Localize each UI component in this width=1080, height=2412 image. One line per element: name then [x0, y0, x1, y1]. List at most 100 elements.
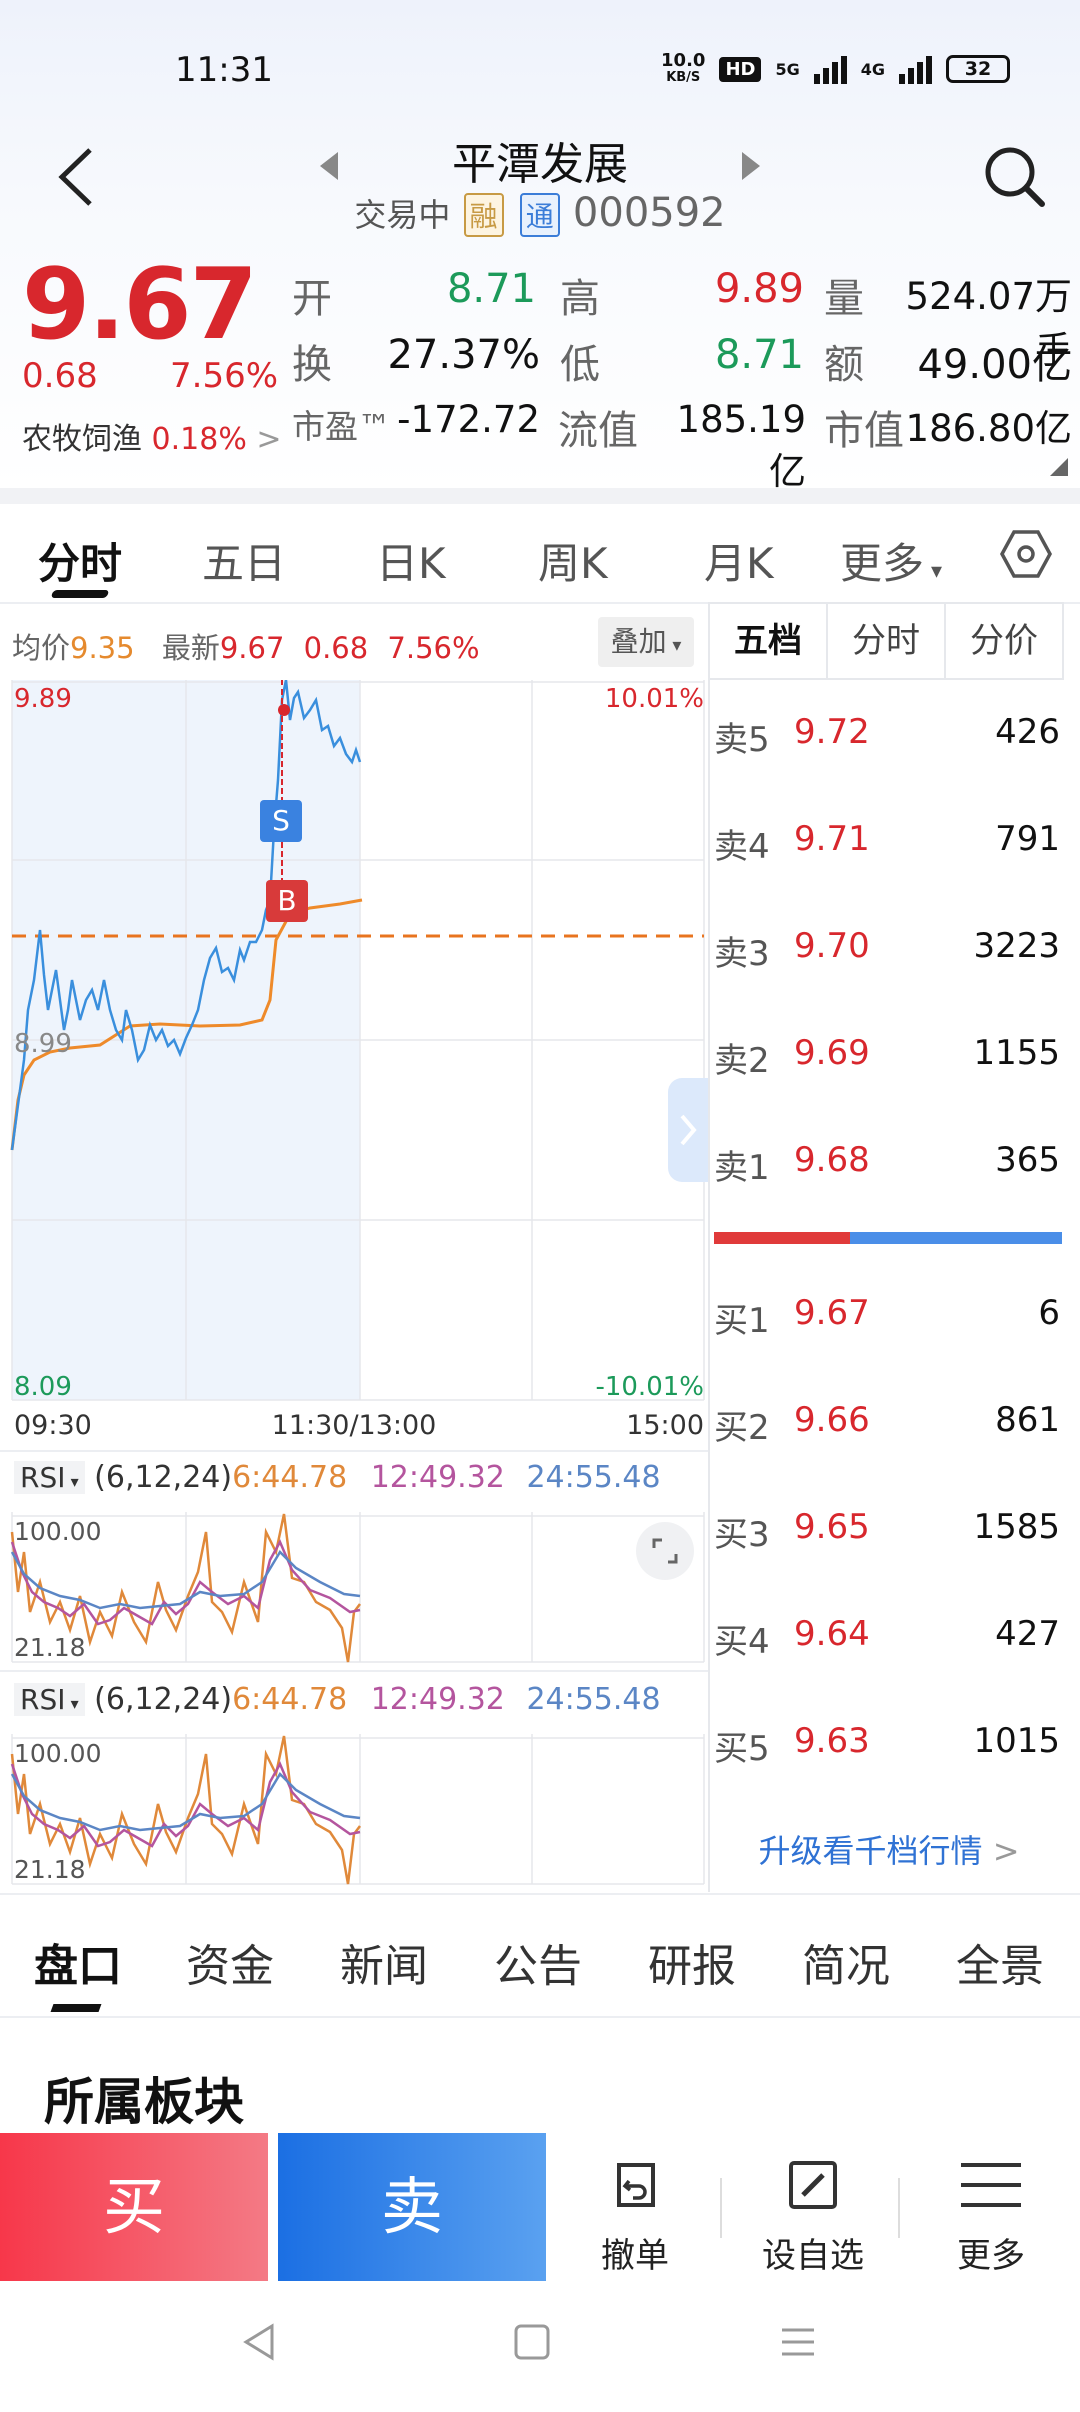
status-icons: 10.0 KB/S HD 5G 4G 32 [661, 52, 1010, 86]
tab-announcements[interactable]: 公告 [494, 1930, 582, 1994]
tab-fund-flow[interactable]: 资金 [186, 1930, 274, 1994]
add-watchlist-button[interactable]: 设自选 [738, 2150, 888, 2277]
time-start-label: 09:30 [14, 1410, 92, 1441]
menu-icon [961, 2163, 1021, 2207]
rsi-top-label-1: 100.00 [14, 1517, 101, 1546]
nav-home-icon[interactable] [512, 2322, 552, 2362]
ask-row[interactable]: 卖3 9.70 3223 [714, 926, 1064, 986]
rsi-bot-label-1: 21.18 [14, 1633, 86, 1662]
low-value: 8.71 [714, 332, 804, 378]
time-mid-label: 11:30/13:00 [272, 1410, 437, 1441]
y-top-label: 9.89 [14, 684, 72, 714]
high-value: 9.89 [714, 266, 804, 312]
margin-tag: 融 [463, 193, 504, 237]
section-title: 所属板块 [44, 2073, 244, 2131]
tab-five-levels[interactable]: 五档 [710, 604, 828, 678]
pct-bot-label: -10.01% [595, 1372, 704, 1402]
bid-ask-ratio-bar [714, 1232, 1062, 1244]
chart-info: 均价9.35 最新9.67 0.68 7.56% [12, 631, 480, 665]
last-price: 9.67 [22, 248, 258, 362]
divider [0, 488, 1080, 504]
latest-dot [278, 704, 290, 716]
tab-daily-k[interactable]: 日K [376, 530, 446, 591]
rsi-divider [0, 1450, 708, 1452]
rsi-header-1: RSI ▾ (6,12,24)6:44.78 12:49.32 24:55.48 [14, 1460, 661, 1495]
tab-ticks[interactable]: 分时 [828, 604, 946, 678]
tab-research[interactable]: 研报 [648, 1930, 736, 1994]
open-value: 8.71 [446, 266, 536, 312]
tab-five-day[interactable]: 五日 [202, 530, 286, 591]
intraday-chart[interactable]: S B 9.89 8.99 8.09 10.01% -10.01% 09:30 … [0, 680, 708, 1450]
rsi-selector-2[interactable]: RSI ▾ [14, 1683, 85, 1716]
divider [0, 2016, 1080, 2018]
time-end-label: 15:00 [626, 1410, 704, 1441]
search-icon[interactable] [980, 142, 1050, 212]
expand-corner-icon[interactable] [1050, 458, 1068, 476]
system-navbar [0, 2290, 1080, 2412]
tab-order-book[interactable]: 盘口 [34, 1930, 122, 1994]
high-label: 高 [560, 276, 600, 322]
divider [0, 1893, 1080, 1895]
tab-news[interactable]: 新闻 [340, 1930, 428, 1994]
side-panel-handle[interactable] [668, 1078, 708, 1182]
bid-row[interactable]: 买2 9.66 861 [714, 1400, 1064, 1460]
y-bot-label: 8.09 [14, 1372, 72, 1402]
ask-row[interactable]: 卖2 9.69 1155 [714, 1033, 1064, 1093]
price-change-pct: 7.56% [170, 356, 279, 396]
tab-weekly-k[interactable]: 周K [538, 530, 608, 591]
tab-underline [50, 590, 110, 598]
buy-button[interactable]: 买 [0, 2133, 268, 2281]
cancel-order-button[interactable]: 撤单 [560, 2150, 710, 2277]
upgrade-depth-link[interactable]: 升级看千档行情 > [714, 1826, 1064, 1872]
pe-label: 市盈™ [292, 407, 391, 446]
net-speed: 10.0 KB/S [661, 50, 706, 86]
float-cap-label: 流值 [558, 408, 638, 454]
tab-intraday[interactable]: 分时 [38, 530, 122, 591]
bid-row[interactable]: 买5 9.63 1015 [714, 1721, 1064, 1781]
amount-label: 额 [824, 342, 864, 388]
rsi-selector-1[interactable]: RSI ▾ [14, 1461, 85, 1494]
buy-marker-label: B [277, 884, 296, 917]
settings-hex-icon[interactable] [1000, 528, 1052, 580]
sell-button[interactable]: 卖 [278, 2133, 546, 2281]
stock-name: 平潭发展 [452, 139, 628, 190]
mcap-label: 市值 [824, 408, 904, 454]
bid-row[interactable]: 买4 9.64 427 [714, 1614, 1064, 1674]
cancel-order-icon [617, 2163, 655, 2207]
amount-value: 49.00亿 [917, 342, 1072, 388]
overlay-button[interactable]: 叠加 ▾ [598, 617, 694, 667]
ask-row[interactable]: 卖4 9.71 791 [714, 819, 1064, 879]
ask-row[interactable]: 卖5 9.72 426 [714, 712, 1064, 772]
hd-icon: HD [719, 56, 762, 82]
rsi-chart-2[interactable]: 100.00 21.18 [0, 1734, 708, 1892]
bid-row[interactable]: 买1 9.67 6 [714, 1293, 1064, 1353]
rsi-chart-1[interactable]: 100.00 21.18 [0, 1512, 708, 1670]
tab-monthly-k[interactable]: 月K [704, 530, 774, 591]
tab-panorama[interactable]: 全景 [956, 1930, 1044, 1994]
nav-recents-icon[interactable] [778, 2322, 818, 2362]
turnover-value: 27.37% [387, 332, 540, 378]
nav-back-icon[interactable] [240, 2322, 280, 2362]
ask-row[interactable]: 卖1 9.68 365 [714, 1140, 1064, 1200]
mcap-value: 186.80亿 [905, 407, 1072, 450]
bid-row[interactable]: 买3 9.65 1585 [714, 1507, 1064, 1567]
sector-link[interactable]: 农牧饲渔 0.18% > [22, 414, 282, 458]
orderbook-tabs: 五档 分时 分价 [708, 602, 1064, 680]
fullscreen-icon[interactable] [636, 1522, 694, 1580]
volume-label: 量 [824, 276, 864, 322]
tab-more[interactable]: 更多 ▾ [840, 530, 942, 591]
connect-tag: 通 [519, 193, 560, 237]
net2-label: 4G [860, 59, 885, 79]
more-actions-button[interactable]: 更多 [916, 2150, 1066, 2277]
tab-price-volume[interactable]: 分价 [946, 604, 1062, 678]
pct-top-label: 10.01% [605, 684, 704, 714]
rsi-top-label-2: 100.00 [14, 1739, 101, 1768]
orderbook-separator [708, 602, 710, 1892]
action-separator [898, 2178, 900, 2238]
turnover-label: 换 [292, 342, 332, 388]
tab-profile[interactable]: 简况 [802, 1930, 890, 1994]
price-change: 0.68 [22, 356, 98, 396]
status-time: 11:31 [175, 50, 273, 90]
rsi-bot-label-2: 21.18 [14, 1855, 86, 1884]
signal-icon [813, 54, 847, 84]
